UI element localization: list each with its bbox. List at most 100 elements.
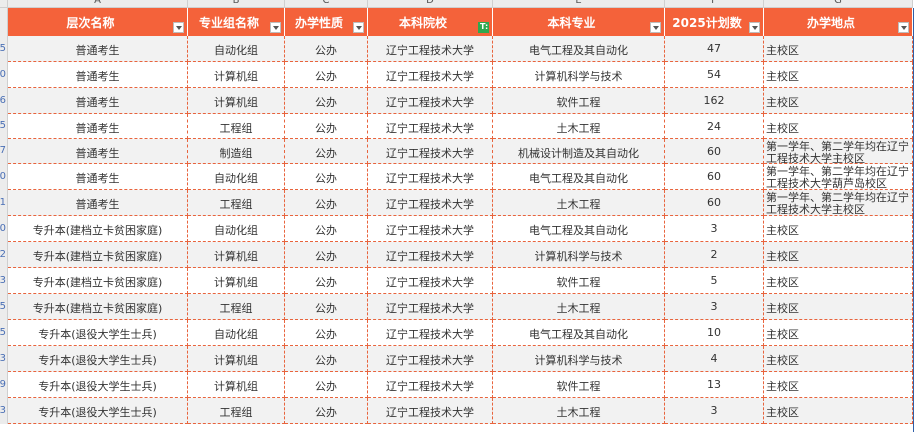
filter-dropdown-icon[interactable]: [898, 22, 909, 33]
data-cell-d[interactable]: 辽宁工程技术大学: [368, 139, 493, 164]
row-number[interactable]: 5: [0, 294, 8, 320]
data-cell-a[interactable]: 专升本(建档立卡贫困家庭): [8, 268, 188, 294]
filter-dropdown-icon[interactable]: [749, 22, 760, 33]
data-cell-b[interactable]: 工程组: [188, 114, 285, 139]
data-cell-e[interactable]: 软件工程: [493, 372, 665, 398]
select-all-corner[interactable]: [0, 0, 8, 8]
row-number-header[interactable]: [0, 8, 8, 36]
data-cell-d[interactable]: 辽宁工程技术大学: [368, 88, 493, 114]
data-cell-d[interactable]: 辽宁工程技术大学: [368, 268, 493, 294]
data-cell-b[interactable]: 工程组: [188, 398, 285, 424]
data-cell-a[interactable]: 普通考生: [8, 36, 188, 62]
row-number[interactable]: 3: [0, 398, 8, 424]
data-cell-a[interactable]: 专升本(建档立卡贫困家庭): [8, 242, 188, 268]
row-number[interactable]: 2: [0, 242, 8, 268]
data-cell-c[interactable]: 公办: [285, 320, 368, 346]
data-cell-a[interactable]: 专升本(建档立卡贫困家庭): [8, 294, 188, 320]
data-cell-b[interactable]: 计算机组: [188, 88, 285, 114]
data-cell-e[interactable]: 计算机科学与技术: [493, 346, 665, 372]
data-cell-c[interactable]: 公办: [285, 268, 368, 294]
filter-dropdown-icon[interactable]: [270, 22, 281, 33]
data-cell-b[interactable]: 自动化组: [188, 36, 285, 62]
column-letter-f[interactable]: F: [665, 0, 764, 8]
data-cell-g[interactable]: 主校区: [764, 320, 913, 346]
data-cell-d[interactable]: 辽宁工程技术大学: [368, 242, 493, 268]
data-cell-b[interactable]: 计算机组: [188, 62, 285, 88]
data-cell-f[interactable]: 10: [665, 320, 764, 346]
row-number[interactable]: 1: [0, 190, 8, 216]
data-cell-a[interactable]: 普通考生: [8, 114, 188, 139]
data-cell-e[interactable]: 电气工程及其自动化: [493, 320, 665, 346]
data-cell-g[interactable]: 第一学年、第二学年均在辽宁工程技术大学主校区: [764, 139, 913, 164]
row-number[interactable]: 5: [0, 36, 8, 62]
data-cell-b[interactable]: 工程组: [188, 190, 285, 216]
data-cell-f[interactable]: 24: [665, 114, 764, 139]
data-cell-a[interactable]: 普通考生: [8, 190, 188, 216]
data-cell-b[interactable]: 制造组: [188, 139, 285, 164]
data-cell-a[interactable]: 普通考生: [8, 164, 188, 190]
data-cell-g[interactable]: 主校区: [764, 242, 913, 268]
data-cell-a[interactable]: 专升本(退役大学生士兵): [8, 320, 188, 346]
filter-active-icon[interactable]: [478, 22, 489, 33]
data-cell-f[interactable]: 3: [665, 294, 764, 320]
data-cell-f[interactable]: 2: [665, 242, 764, 268]
data-cell-d[interactable]: 辽宁工程技术大学: [368, 398, 493, 424]
data-cell-b[interactable]: 计算机组: [188, 242, 285, 268]
data-cell-c[interactable]: 公办: [285, 164, 368, 190]
data-cell-f[interactable]: 4: [665, 346, 764, 372]
data-cell-b[interactable]: 计算机组: [188, 268, 285, 294]
data-cell-e[interactable]: 土木工程: [493, 398, 665, 424]
data-cell-d[interactable]: 辽宁工程技术大学: [368, 294, 493, 320]
data-cell-d[interactable]: 辽宁工程技术大学: [368, 372, 493, 398]
filter-dropdown-icon[interactable]: [173, 22, 184, 33]
data-cell-b[interactable]: 工程组: [188, 294, 285, 320]
data-cell-b[interactable]: 自动化组: [188, 216, 285, 242]
data-cell-c[interactable]: 公办: [285, 294, 368, 320]
data-cell-c[interactable]: 公办: [285, 190, 368, 216]
data-cell-e[interactable]: 电气工程及其自动化: [493, 164, 665, 190]
data-cell-e[interactable]: 机械设计制造及其自动化: [493, 139, 665, 164]
data-cell-a[interactable]: 普通考生: [8, 88, 188, 114]
data-cell-c[interactable]: 公办: [285, 398, 368, 424]
data-cell-a[interactable]: 普通考生: [8, 62, 188, 88]
data-cell-e[interactable]: 计算机科学与技术: [493, 62, 665, 88]
row-number[interactable]: 3: [0, 268, 8, 294]
data-cell-a[interactable]: 专升本(退役大学生士兵): [8, 346, 188, 372]
data-cell-g[interactable]: 主校区: [764, 398, 913, 424]
data-cell-a[interactable]: 普通考生: [8, 139, 188, 164]
data-cell-c[interactable]: 公办: [285, 36, 368, 62]
filter-dropdown-icon[interactable]: [650, 22, 661, 33]
data-cell-d[interactable]: 辽宁工程技术大学: [368, 190, 493, 216]
row-number[interactable]: 9: [0, 372, 8, 398]
data-cell-g[interactable]: 主校区: [764, 62, 913, 88]
data-cell-b[interactable]: 自动化组: [188, 164, 285, 190]
data-cell-d[interactable]: 辽宁工程技术大学: [368, 346, 493, 372]
data-cell-f[interactable]: 60: [665, 139, 764, 164]
data-cell-e[interactable]: 电气工程及其自动化: [493, 216, 665, 242]
data-cell-g[interactable]: 第一学年、第二学年均在辽宁工程技术大学葫芦岛校区: [764, 164, 913, 190]
data-cell-c[interactable]: 公办: [285, 114, 368, 139]
data-cell-e[interactable]: 软件工程: [493, 268, 665, 294]
column-letter-d[interactable]: D: [368, 0, 493, 8]
data-cell-c[interactable]: 公办: [285, 242, 368, 268]
data-cell-g[interactable]: 主校区: [764, 114, 913, 139]
data-cell-f[interactable]: 3: [665, 216, 764, 242]
row-number[interactable]: 0: [0, 164, 8, 190]
data-cell-e[interactable]: 计算机科学与技术: [493, 242, 665, 268]
header-cell-c[interactable]: 办学性质: [285, 8, 368, 36]
data-cell-a[interactable]: 专升本(退役大学生士兵): [8, 398, 188, 424]
data-cell-c[interactable]: 公办: [285, 346, 368, 372]
data-cell-c[interactable]: 公办: [285, 372, 368, 398]
data-cell-g[interactable]: 第一学年、第二学年均在辽宁工程技术大学主校区: [764, 190, 913, 216]
row-number[interactable]: 3: [0, 346, 8, 372]
data-cell-c[interactable]: 公办: [285, 88, 368, 114]
data-cell-f[interactable]: 60: [665, 190, 764, 216]
data-cell-f[interactable]: 5: [665, 268, 764, 294]
column-letter-e[interactable]: E: [493, 0, 665, 8]
data-cell-a[interactable]: 专升本(退役大学生士兵): [8, 372, 188, 398]
data-cell-g[interactable]: 主校区: [764, 372, 913, 398]
column-letter-b[interactable]: B: [188, 0, 285, 8]
data-cell-c[interactable]: 公办: [285, 62, 368, 88]
data-cell-e[interactable]: 土木工程: [493, 114, 665, 139]
row-number[interactable]: 0: [0, 62, 8, 88]
